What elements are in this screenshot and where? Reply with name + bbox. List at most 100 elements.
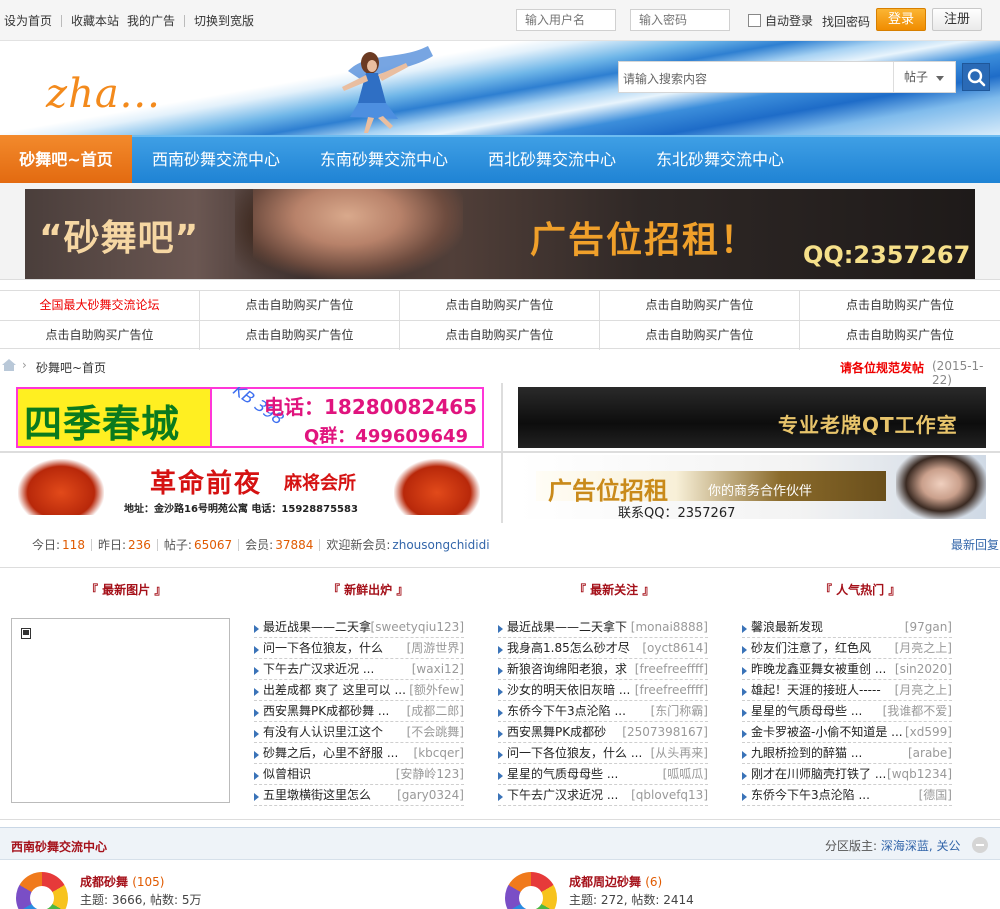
text-ad-link[interactable]: 点击自助购买广告位 [400, 291, 600, 320]
post-author[interactable]: [freefreeffff] [635, 659, 708, 679]
text-ad-link[interactable]: 点击自助购买广告位 [800, 321, 1000, 350]
post-title[interactable]: 下午去广汉求近况 ... [263, 659, 374, 679]
post-title[interactable]: 下午去广汉求近况 ... [507, 785, 618, 805]
post-title[interactable]: 星星的气质母母些 ... [751, 701, 862, 721]
post-author[interactable]: [97gan] [905, 617, 952, 637]
text-ad-link[interactable]: 点击自助购买广告位 [400, 321, 600, 350]
text-ad-link[interactable]: 点击自助购买广告位 [800, 291, 1000, 320]
post-author[interactable]: [arabe] [908, 743, 952, 763]
nav-item-southeast[interactable]: 东南砂舞交流中心 [320, 137, 448, 183]
text-ad-link[interactable]: 点击自助购买广告位 [200, 321, 400, 350]
post-title[interactable]: 金卡罗被盗-小偷不知道是 ... [751, 722, 903, 742]
breadcrumb-current[interactable]: 砂舞吧~首页 [36, 359, 106, 376]
remember-login[interactable]: 自动登录 [748, 12, 813, 29]
post-author[interactable]: [freefreeffff] [635, 680, 708, 700]
password-input[interactable] [630, 9, 730, 31]
list-item[interactable]: 出差成都 爽了 这里可以 ... [额外few] [254, 680, 464, 701]
collapse-icon[interactable] [972, 837, 988, 853]
list-item[interactable]: 东侨今下午3点沦陷 ... [东门称霸] [498, 701, 708, 722]
nav-item-northwest[interactable]: 西北砂舞交流中心 [488, 137, 616, 183]
list-item[interactable]: 问一下各位狼友，什么 [周游世界] [254, 638, 464, 659]
moderator-links[interactable]: 深海深蓝, 关公 [881, 839, 961, 853]
ad-siji-chuncheng[interactable]: 四季春城 KB 398 电话：18280082465 Q群：499609649 [16, 387, 484, 448]
post-title[interactable]: 问一下各位狼友，什么 [263, 638, 383, 658]
post-author[interactable]: [东门称霸] [651, 701, 708, 721]
post-title[interactable]: 问一下各位狼友，什么 ... [507, 743, 642, 763]
post-title[interactable]: 最近战果——二天拿下 [507, 617, 627, 637]
post-title[interactable]: 出差成都 爽了 这里可以 ... [263, 680, 406, 700]
bookmark-link[interactable]: 收藏本站 [71, 12, 119, 29]
list-item[interactable]: 星星的气质母母些 ... [呱呱瓜] [498, 764, 708, 785]
forum-name[interactable]: 成都周边砂舞 (6) [569, 873, 662, 890]
list-item[interactable]: 似曾相识 [安静岭123] [254, 764, 464, 785]
post-title[interactable]: 我身高1.85怎么砂才尽 [507, 638, 630, 658]
search-input[interactable]: 请输入搜索内容 [623, 70, 707, 87]
post-author[interactable]: [周游世界] [407, 638, 464, 658]
text-ad-link[interactable]: 点击自助购买广告位 [600, 291, 800, 320]
list-item[interactable]: 雄起！天涯的接班人----- [月亮之上] [742, 680, 952, 701]
post-author[interactable]: [安静岭123] [396, 764, 464, 784]
nav-item-southwest[interactable]: 西南砂舞交流中心 [152, 137, 280, 183]
search-type-select[interactable]: 帖子 [893, 62, 955, 92]
list-item[interactable]: 馨浪最新发现 [97gan] [742, 617, 952, 638]
ad-mahjong-club[interactable]: 革命前夜 麻将会所 地址：金沙路16号明苑公寓 电话：15928875583 [16, 455, 484, 519]
ad-space-for-rent[interactable]: 广告位招租 你的商务合作伙伴 联系QQ：2357267 [518, 455, 986, 519]
search-button[interactable] [962, 63, 990, 91]
post-title[interactable]: 昨晚龙鑫亚舞女被重创 ... [751, 659, 886, 679]
my-ads-link[interactable]: 我的广告 [127, 12, 175, 29]
text-ad-link[interactable]: 全国最大砂舞交流论坛 [0, 291, 200, 320]
latest-image-slot[interactable] [11, 618, 230, 803]
post-title[interactable]: 沙女的明天依旧灰暗 ... [507, 680, 630, 700]
list-item[interactable]: 昨晚龙鑫亚舞女被重创 ... [sin2020] [742, 659, 952, 680]
post-title[interactable]: 东侨今下午3点沦陷 ... [507, 701, 626, 721]
post-author[interactable]: [月亮之上] [895, 638, 952, 658]
post-author[interactable]: [从头再来] [651, 743, 708, 763]
post-title[interactable]: 砂舞之后，心里不舒服 ... [263, 743, 398, 763]
post-title[interactable]: 馨浪最新发现 [751, 617, 823, 637]
remember-checkbox[interactable] [748, 14, 761, 27]
list-item[interactable]: 砂友们注意了，红色风 [月亮之上] [742, 638, 952, 659]
post-author[interactable]: [waxi12] [412, 659, 464, 679]
list-item[interactable]: 金卡罗被盗-小偷不知道是 ... [xd599] [742, 722, 952, 743]
list-item[interactable]: 九眼桥捡到的醉猫 ... [arabe] [742, 743, 952, 764]
text-ad-link[interactable]: 点击自助购买广告位 [600, 321, 800, 350]
post-author[interactable]: [我谁都不爱] [883, 701, 952, 721]
post-title[interactable]: 九眼桥捡到的醉猫 ... [751, 743, 862, 763]
post-author[interactable]: [德国] [919, 785, 952, 805]
nav-item-northeast[interactable]: 东北砂舞交流中心 [656, 137, 784, 183]
list-item[interactable]: 五里墩横街这里怎么 [gary0324] [254, 785, 464, 806]
post-title[interactable]: 东侨今下午3点沦陷 ... [751, 785, 870, 805]
post-title[interactable]: 新狼咨询绵阳老狼，求 [507, 659, 627, 679]
site-logo[interactable]: zha... [46, 71, 161, 117]
list-item[interactable]: 砂舞之后，心里不舒服 ... [kbcqer] [254, 743, 464, 764]
nav-home[interactable]: 砂舞吧~首页 [0, 135, 132, 185]
post-author[interactable]: [不会跳舞] [407, 722, 464, 742]
post-author[interactable]: [qblovefq13] [631, 785, 708, 805]
post-title[interactable]: 西安黑舞PK成都砂 [507, 722, 606, 742]
posting-notice-link[interactable]: 请各位规范发帖 [840, 359, 924, 376]
latest-reply-link[interactable]: 最新回复 [951, 536, 999, 553]
post-author[interactable]: [sin2020] [895, 659, 952, 679]
register-button[interactable]: 注册 [932, 8, 982, 31]
post-title[interactable]: 西安黑舞PK成都砂舞 ... [263, 701, 389, 721]
list-item[interactable]: 刚才在川师脑壳打铁了 ... [wqb1234] [742, 764, 952, 785]
post-author[interactable]: [gary0324] [397, 785, 464, 805]
post-author[interactable]: [monai8888] [631, 617, 708, 637]
forum-name[interactable]: 成都砂舞 (105) [80, 873, 164, 890]
post-author[interactable]: [kbcqer] [414, 743, 464, 763]
username-input[interactable] [516, 9, 616, 31]
login-button[interactable]: 登录 [876, 8, 926, 31]
post-title[interactable]: 五里墩横街这里怎么 [263, 785, 371, 805]
list-item[interactable]: 沙女的明天依旧灰暗 ... [freefreeffff] [498, 680, 708, 701]
post-author[interactable]: [xd599] [905, 722, 952, 742]
list-item[interactable]: 有没有人认识里江这个 [不会跳舞] [254, 722, 464, 743]
list-item[interactable]: 东侨今下午3点沦陷 ... [德国] [742, 785, 952, 806]
post-author[interactable]: [2507398167] [622, 722, 708, 742]
post-author[interactable]: [成都二郎] [407, 701, 464, 721]
section-title[interactable]: 西南砂舞交流中心 [11, 838, 107, 855]
home-icon[interactable] [2, 359, 16, 371]
list-item[interactable]: 西安黑舞PK成都砂 [2507398167] [498, 722, 708, 743]
list-item[interactable]: 最近战果——二天拿 [sweetyqiu123] [254, 617, 464, 638]
post-author[interactable]: [oyct8614] [642, 638, 708, 658]
post-title[interactable]: 星星的气质母母些 ... [507, 764, 618, 784]
